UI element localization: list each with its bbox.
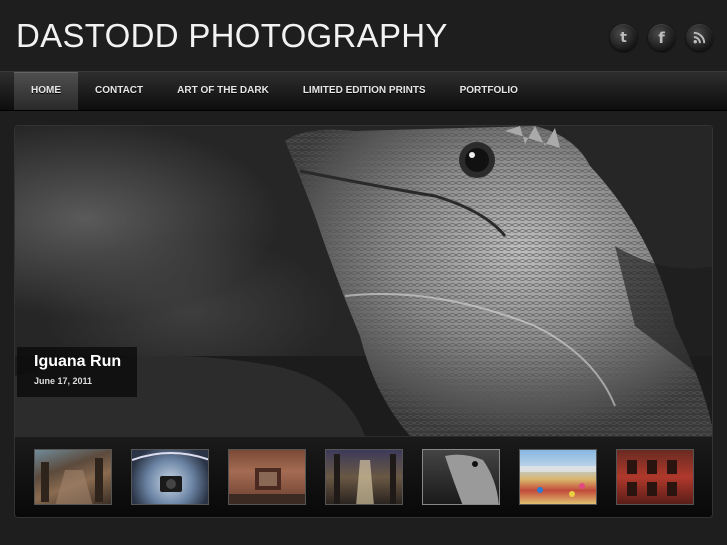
camera-reflection-thumbnail [132,452,208,492]
facebook-icon: f [658,30,665,45]
svg-text:f: f [658,30,665,45]
featured-slider: Iguana Run June 17, 2011 [14,125,713,518]
twitter-button[interactable]: t [610,24,637,51]
brick-building-thumbnail [627,460,677,496]
iguana-thumbnail [445,454,499,504]
twitter-icon: t [620,30,627,45]
slide-date: June 17, 2011 [34,376,93,386]
slide-title[interactable]: Iguana Run [34,352,137,372]
thumbnail-4[interactable] [325,449,403,505]
facebook-button[interactable]: f [648,24,675,51]
site-title[interactable]: DASTODD PHOTOGRAPHY [16,16,448,56]
beach-thumbnail [520,466,596,497]
slide-caption: Iguana Run June 17, 2011 [17,347,137,397]
derelict-room-thumbnail [229,468,305,504]
thumbnail-6[interactable] [519,449,597,505]
main-nav: HOME CONTACT ART OF THE DARK LIMITED EDI… [0,71,727,111]
nav-contact[interactable]: CONTACT [78,72,160,110]
thumbnail-1[interactable] [34,449,112,505]
thumbnail-strip [15,436,712,517]
featured-image[interactable]: Iguana Run June 17, 2011 [15,126,712,436]
ruined-cathedral-thumbnail [41,458,103,504]
nav-portfolio[interactable]: PORTFOLIO [443,72,535,110]
thumbnail-3[interactable] [228,449,306,505]
rss-button[interactable] [686,24,713,51]
nav-art-of-the-dark[interactable]: ART OF THE DARK [160,72,286,110]
thumbnail-2[interactable] [131,449,209,505]
thumbnail-5[interactable] [422,449,500,505]
social-links: t f [610,24,713,51]
thumbnail-7[interactable] [616,449,694,505]
svg-text:t: t [620,30,627,45]
nav-home[interactable]: HOME [14,72,78,110]
rss-icon [693,31,706,44]
cathedral-nave-thumbnail [334,454,396,504]
nav-limited-edition-prints[interactable]: LIMITED EDITION PRINTS [286,72,443,110]
